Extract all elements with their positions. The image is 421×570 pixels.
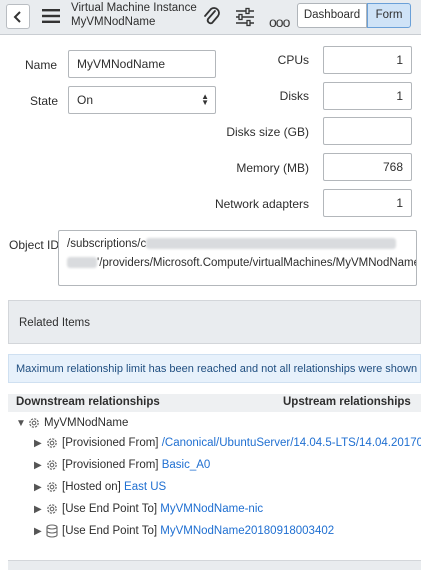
memory-label: Memory (MB) xyxy=(236,161,309,175)
state-label: State xyxy=(30,94,59,108)
tree-root-label: MyVMNodName xyxy=(44,417,129,430)
network-adapters-field[interactable]: 1 xyxy=(323,189,412,217)
disks-size-field[interactable] xyxy=(323,117,412,145)
state-select[interactable]: On ▲ ▼ xyxy=(68,86,216,114)
disks-field[interactable]: 1 xyxy=(323,82,412,110)
notice-text: Maximum relationship limit has been reac… xyxy=(16,363,418,375)
tree-item[interactable]: ▶ [Use End Point To] MyVMNodName201809180… xyxy=(34,524,334,540)
related-items-title: Related Items xyxy=(19,317,90,329)
gear-icon xyxy=(47,438,57,448)
gear-icon xyxy=(29,418,39,428)
related-items-header: Related Items xyxy=(8,300,421,344)
relation-type: [Provisioned From] xyxy=(62,459,159,472)
dashboard-button[interactable]: Dashboard xyxy=(297,3,367,28)
info-notice: Maximum relationship limit has been reac… xyxy=(8,354,421,383)
record-name: MyVMNodName xyxy=(71,16,156,28)
form-button[interactable]: Form xyxy=(367,3,411,28)
header-bar: Virtual Machine Instance MyVMNodName ooo… xyxy=(0,0,421,35)
tree-item[interactable]: ▶ [Use End Point To] MyVMNodName-nic xyxy=(34,502,263,518)
more-options-icon[interactable]: ooo xyxy=(269,14,290,30)
gear-icon xyxy=(47,482,57,492)
tree-root[interactable]: ▼ MyVMNodName xyxy=(16,416,128,432)
downstream-relationships-heading: Downstream relationships xyxy=(16,396,160,408)
relation-target-link[interactable]: East US xyxy=(124,481,166,493)
relation-type: [Use End Point To] xyxy=(62,525,158,538)
disks-size-label: Disks size (GB) xyxy=(226,125,309,139)
gear-icon xyxy=(47,460,57,470)
object-id-label: Object ID xyxy=(9,238,60,252)
page-title: Virtual Machine Instance xyxy=(71,2,197,14)
relation-type: [Hosted on] xyxy=(62,481,121,494)
gear-icon xyxy=(47,504,57,514)
state-selected-value: On xyxy=(77,93,94,107)
object-id-line2: '/providers/Microsoft.Compute/virtualMac… xyxy=(97,257,417,269)
chevron-left-icon xyxy=(13,11,21,23)
database-icon xyxy=(46,524,58,538)
relation-target-link[interactable]: MyVMNodName20180918003402 xyxy=(160,525,334,537)
caret-right-icon[interactable]: ▶ xyxy=(34,504,44,515)
disks-label: Disks xyxy=(279,89,309,103)
tree-item[interactable]: ▶ [Hosted on] East US xyxy=(34,480,166,496)
tree-item[interactable]: ▶ [Provisioned From] Basic_A0 xyxy=(34,458,210,474)
settings-sliders-icon[interactable] xyxy=(235,7,255,27)
cpus-field[interactable]: 1 xyxy=(323,46,412,74)
cpus-label: CPUs xyxy=(277,53,309,67)
caret-right-icon[interactable]: ▶ xyxy=(34,460,44,471)
upstream-relationships-heading: Upstream relationships xyxy=(283,396,411,408)
select-arrows-icon: ▲ ▼ xyxy=(201,92,209,107)
caret-right-icon[interactable]: ▶ xyxy=(34,482,44,493)
caret-down-icon[interactable]: ▼ xyxy=(16,418,26,429)
memory-field[interactable]: 768 xyxy=(323,153,412,181)
redacted-text xyxy=(67,257,97,269)
relation-target-link[interactable]: MyVMNodName-nic xyxy=(160,503,263,515)
tree-item[interactable]: ▶ [Provisioned From] /Canonical/UbuntuSer… xyxy=(34,436,421,452)
relation-type: [Use End Point To] xyxy=(62,503,158,516)
redacted-text xyxy=(146,238,397,250)
relation-target-link[interactable]: /Canonical/UbuntuServer/14.04.5-LTS/14.0… xyxy=(162,437,421,449)
hamburger-menu-icon[interactable] xyxy=(42,9,60,23)
relation-target-link[interactable]: Basic_A0 xyxy=(162,459,211,471)
object-id-field[interactable]: /subscriptions/c '/providers/Microsoft.C… xyxy=(58,230,417,286)
caret-right-icon[interactable]: ▶ xyxy=(34,438,44,449)
object-id-line1: /subscriptions/c xyxy=(67,238,147,250)
attachment-icon[interactable] xyxy=(202,6,222,28)
name-field[interactable]: MyVMNodName xyxy=(68,50,216,78)
relation-type: [Provisioned From] xyxy=(62,437,159,450)
caret-right-icon[interactable]: ▶ xyxy=(34,526,44,537)
name-label: Name xyxy=(25,58,58,72)
network-adapters-label: Network adapters xyxy=(214,197,309,211)
back-button[interactable] xyxy=(6,4,30,29)
